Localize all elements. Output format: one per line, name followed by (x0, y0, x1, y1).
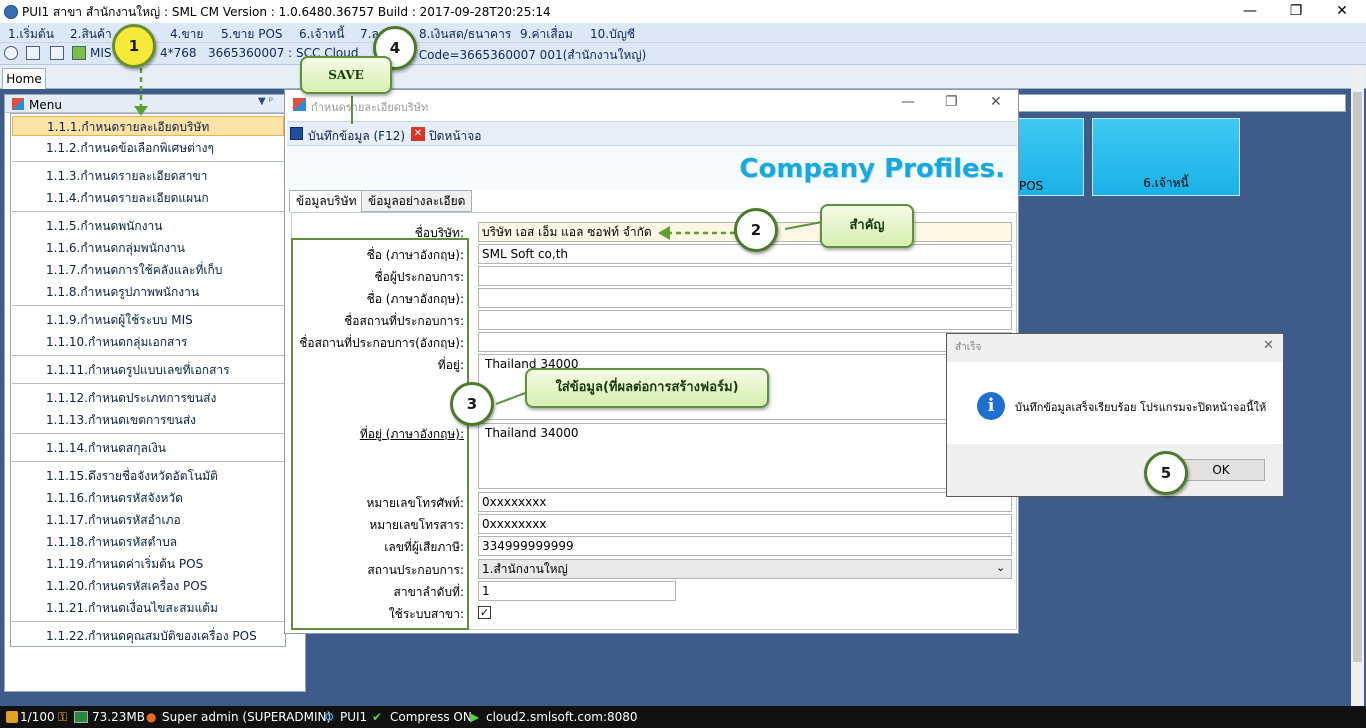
step-2-marker: 2 (734, 208, 778, 252)
step-5-marker: 5 (1144, 451, 1188, 495)
fill-info-callout: ใส่ข้อมูล(ที่ผลต่อการสร้างฟอร์ม) (525, 368, 769, 408)
arrow-1-head (134, 106, 148, 116)
save-callout: SAVE (300, 56, 392, 94)
important-callout: สำคัญ (820, 204, 914, 248)
step-1-marker: 1 (112, 24, 156, 68)
connector-2 (784, 221, 823, 230)
arrow-2-head (658, 226, 670, 240)
step-3-marker: 3 (450, 382, 494, 426)
annotation-arrows (134, 68, 823, 405)
connector-3 (495, 391, 529, 405)
